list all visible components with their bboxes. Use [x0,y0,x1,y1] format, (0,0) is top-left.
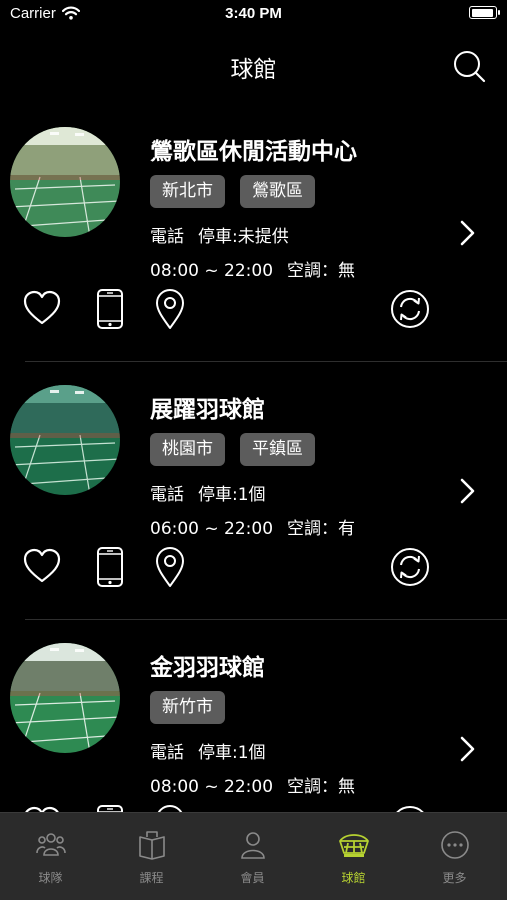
venue-card[interactable]: 展躍羽球館 桃園市 平鎮區 電話 停車:1個 06:00 ~ 22:00 空調：有 [0,372,507,630]
parking-info: 停車:1個 [198,743,266,763]
chevron-right-icon[interactable] [456,218,478,248]
divider [25,619,507,620]
tab-label: 更多 [442,871,467,885]
region-tags: 新竹市 [150,691,225,724]
team-icon [36,833,66,856]
heart-icon[interactable] [22,804,62,812]
venue-info-phone-parking: 電話 停車:1個 [150,480,266,505]
venue-info-hours-ac: 08:00 ~ 22:00 空調：無 [150,256,355,281]
tab-bar: 球隊 課程 會員 球館 更多 [0,812,507,900]
parking-info: 停車:未提供 [198,227,289,247]
region-tag: 平鎮區 [240,433,315,466]
venue-name: 展躍羽球館 [150,397,265,423]
opening-hours: 08:00 ~ 22:00 [150,777,274,797]
venue-name: 鶯歌區休閒活動中心 [150,139,357,165]
search-icon[interactable] [450,48,488,86]
tab-more[interactable]: 更多 [404,813,505,900]
venue-info-phone-parking: 電話 停車:1個 [150,738,266,763]
map-pin-icon[interactable] [150,288,190,330]
tab-label: 球隊 [38,871,63,885]
venue-card[interactable]: 金羽羽球館 新竹市 電話 停車:1個 08:00 ~ 22:00 空調：無 [0,630,507,812]
region-tag: 新竹市 [150,691,225,724]
sync-icon[interactable] [390,804,430,812]
clock: 3:40 PM [225,5,282,22]
region-tag: 桃園市 [150,433,225,466]
map-pin-icon[interactable] [150,804,190,812]
heart-icon[interactable] [22,288,62,330]
opening-hours: 06:00 ~ 22:00 [150,519,274,539]
venue-icon [339,834,369,857]
region-tags: 新北市 鶯歌區 [150,175,315,208]
tab-venue[interactable]: 球館 [303,813,404,900]
venue-list[interactable]: 鶯歌區休閒活動中心 新北市 鶯歌區 電話 停車:未提供 08:00 ~ 22:00 空… [0,114,507,812]
ac-info: 空調：無 [287,261,356,281]
tab-label: 會員 [240,871,265,885]
status-bar: Carrier 3:40 PM [0,0,507,28]
chevron-right-icon[interactable] [456,476,478,506]
tab-member[interactable]: 會員 [202,813,303,900]
battery-icon [469,6,500,19]
divider [25,361,507,362]
map-pin-icon[interactable] [150,546,190,588]
region-tag: 新北市 [150,175,225,208]
tab-course[interactable]: 課程 [101,813,202,900]
venue-photo [10,127,120,237]
ac-info: 空調：無 [287,777,356,797]
chevron-right-icon[interactable] [456,734,478,764]
phone-icon[interactable] [90,804,130,812]
region-tags: 桃園市 平鎮區 [150,433,315,466]
sync-icon[interactable] [390,288,430,330]
tab-label: 課程 [139,871,164,885]
venue-card[interactable]: 鶯歌區休閒活動中心 新北市 鶯歌區 電話 停車:未提供 08:00 ~ 22:00 空… [0,114,507,372]
parking-info: 停車:1個 [198,485,266,505]
venue-name: 金羽羽球館 [150,655,265,681]
phone-icon[interactable] [90,546,130,588]
member-icon [241,832,265,859]
venue-info-phone-parking: 電話 停車:未提供 [150,222,289,247]
sync-icon[interactable] [390,546,430,588]
tab-label: 球館 [341,871,366,885]
phone-label: 電話 [150,485,184,505]
phone-icon[interactable] [90,288,130,330]
page-title: 球館 [230,57,277,83]
venue-photo [10,643,120,753]
region-tag: 鶯歌區 [240,175,315,208]
venue-info-hours-ac: 08:00 ~ 22:00 空調：無 [150,772,355,797]
venue-photo [10,385,120,495]
phone-label: 電話 [150,227,184,247]
more-icon [441,831,469,859]
book-icon [139,831,165,860]
heart-icon[interactable] [22,546,62,588]
phone-label: 電話 [150,743,184,763]
opening-hours: 08:00 ~ 22:00 [150,261,274,281]
tab-team[interactable]: 球隊 [0,813,101,900]
venue-info-hours-ac: 06:00 ~ 22:00 空調：有 [150,514,355,539]
ac-info: 空調：有 [287,519,356,539]
